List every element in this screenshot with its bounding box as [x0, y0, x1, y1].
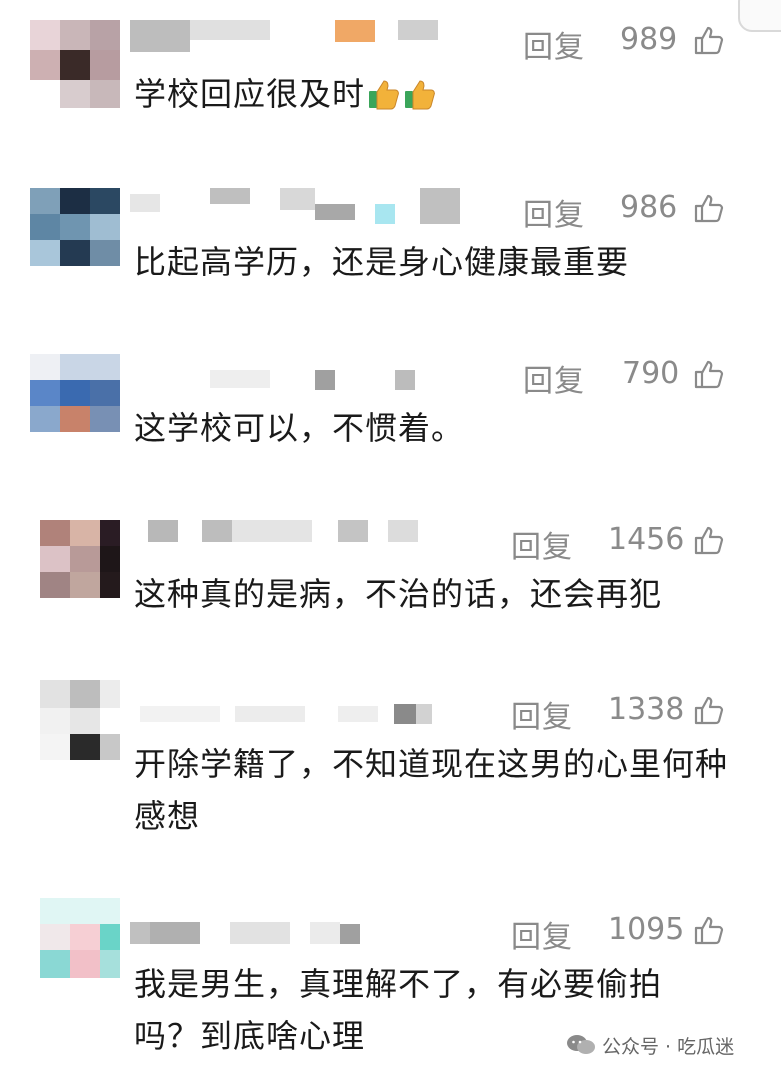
avatar[interactable] [30, 354, 120, 442]
username-blurred[interactable] [130, 188, 490, 224]
watermark-text: 公众号 · 吃瓜迷 [602, 1035, 735, 1058]
thumbs-up-icon[interactable] [693, 524, 725, 556]
reply-button[interactable]: 回复 [523, 190, 585, 234]
like-count: 790 [622, 356, 680, 391]
comment-text: 这种真的是病，不治的话，还会再犯 [134, 575, 663, 613]
avatar[interactable] [30, 898, 120, 998]
username-blurred[interactable] [130, 20, 490, 54]
wechat-icon [567, 1035, 595, 1054]
username-blurred[interactable] [130, 520, 490, 554]
reply-button[interactable]: 回复 [511, 522, 573, 566]
thumbs-up-icon[interactable] [693, 358, 725, 390]
like-count: 1338 [608, 692, 685, 727]
like-count: 989 [620, 22, 678, 57]
thumbs-up-icon[interactable] [693, 24, 725, 56]
comment-text: 学校回应很及时 [134, 68, 734, 120]
comment-text: 这学校可以，不惯着。 [134, 409, 465, 447]
comment-text: 开除学籍了，不知道现在这男的心里何种感想 [134, 745, 729, 835]
reply-button[interactable]: 回复 [523, 356, 585, 400]
reply-button[interactable]: 回复 [511, 912, 573, 956]
watermark: 公众号 · 吃瓜迷 [566, 1028, 734, 1062]
username-blurred[interactable] [130, 354, 490, 390]
like-count: 1095 [608, 912, 685, 947]
reply-button[interactable]: 回复 [511, 692, 573, 736]
avatar[interactable] [30, 680, 120, 778]
thumbs-up-emoji [369, 80, 399, 110]
reply-button[interactable]: 回复 [523, 22, 585, 66]
username-blurred[interactable] [130, 690, 490, 724]
thumbs-up-emoji [405, 80, 435, 110]
corner-scroll-indicator [738, 0, 781, 32]
thumbs-up-icon[interactable] [693, 192, 725, 224]
like-count: 1456 [608, 522, 685, 557]
username-blurred[interactable] [130, 910, 490, 944]
comment-text: 比起高学历，还是身心健康最重要 [134, 243, 630, 281]
avatar[interactable] [30, 520, 120, 608]
thumbs-up-icon[interactable] [693, 914, 725, 946]
thumbs-up-icon[interactable] [693, 694, 725, 726]
like-count: 986 [620, 190, 678, 225]
avatar[interactable] [30, 20, 120, 108]
avatar[interactable] [30, 188, 120, 276]
